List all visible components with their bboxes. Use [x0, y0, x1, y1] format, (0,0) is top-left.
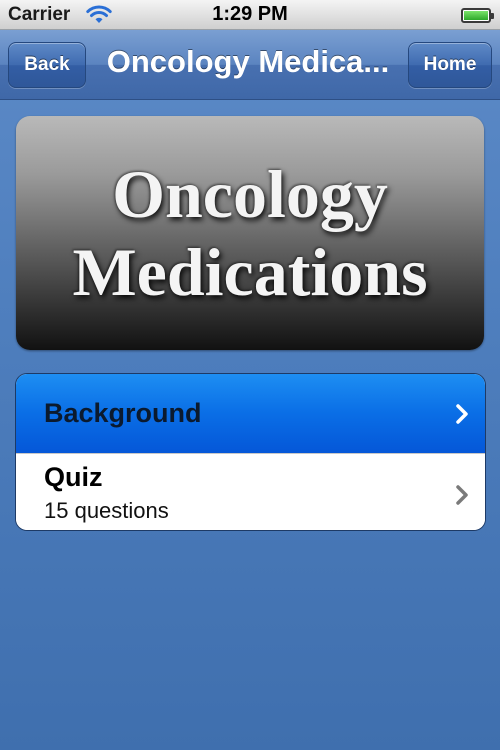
banner-title-line-1: Oncology	[112, 156, 388, 232]
title-banner-image: Oncology Medications	[16, 116, 484, 350]
chevron-right-icon	[456, 485, 468, 505]
banner-title-line-2: Medications	[72, 234, 428, 310]
menu-item-quiz[interactable]: Quiz 15 questions	[16, 453, 485, 530]
menu-table: Background Quiz 15 questions	[15, 373, 486, 531]
menu-item-background[interactable]: Background	[16, 374, 485, 453]
menu-item-subtitle: 15 questions	[44, 498, 169, 523]
status-bar: Carrier 1:29 PM	[0, 0, 500, 30]
status-time: 1:29 PM	[212, 3, 288, 25]
battery-icon	[461, 8, 494, 23]
chevron-right-icon	[456, 404, 468, 424]
menu-item-title: Quiz	[44, 462, 103, 492]
page-title: Oncology Medica...	[106, 44, 390, 79]
home-button[interactable]: Home	[408, 42, 492, 88]
menu-item-title: Background	[44, 398, 202, 428]
back-button[interactable]: Back	[8, 42, 86, 88]
navigation-bar: Back Oncology Medica... Home	[0, 30, 500, 100]
